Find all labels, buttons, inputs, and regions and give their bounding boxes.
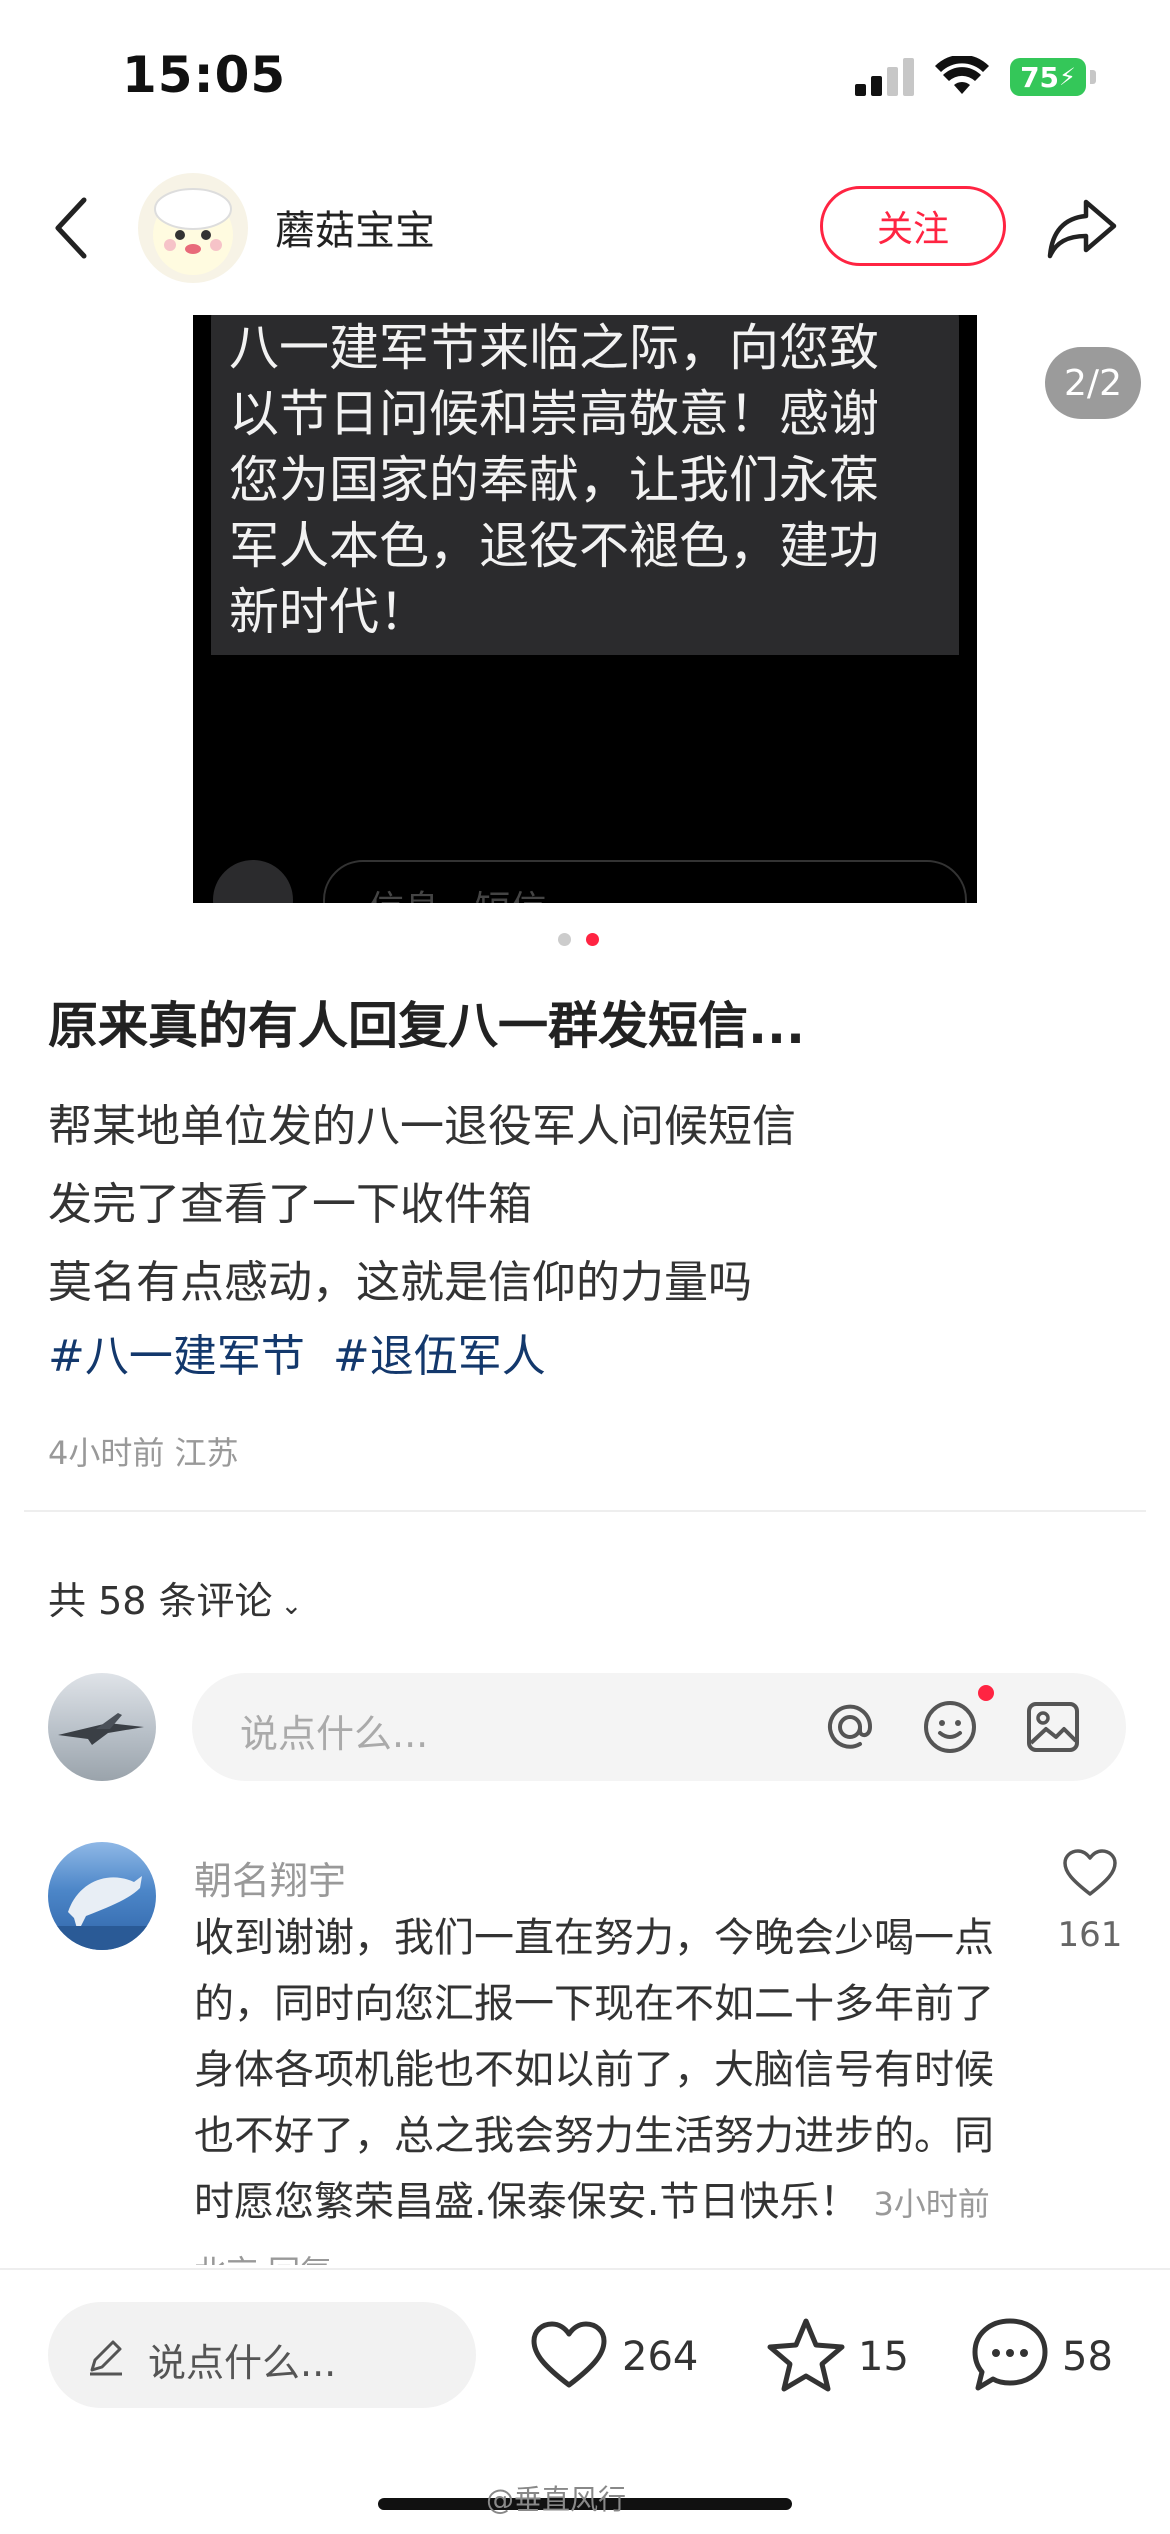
follow-button[interactable]: 关注: [820, 186, 1006, 266]
wifi-icon: [935, 56, 989, 94]
sms-line: 以节日问候和崇高敬意！感谢: [229, 385, 879, 443]
author-name[interactable]: 蘑菇宝宝: [275, 198, 435, 256]
image-page-counter: 2/2: [1045, 347, 1141, 419]
battery-indicator: 75 ⚡: [1010, 58, 1086, 96]
watermark: @垂直风行: [486, 2483, 627, 2516]
sms-line: 新时代！: [229, 583, 429, 641]
sms-line: 您为国家的奉献，让我们永葆: [229, 451, 879, 509]
notification-dot: [978, 1685, 994, 1701]
comment-count-label: 共 58 条评论: [48, 1579, 273, 1623]
emoji-icon[interactable]: [922, 1699, 978, 1755]
star-count: 15: [858, 2334, 909, 2380]
jet-avatar-icon: [58, 1713, 144, 1745]
comment-input-placeholder: 说点什么...: [240, 1712, 429, 1756]
comment-count-toggle[interactable]: 共 58 条评论 ⌄: [48, 1570, 302, 1625]
like-icon[interactable]: [530, 2320, 608, 2390]
sms-line: 八一建军节来临之际，向您致: [229, 319, 879, 377]
my-avatar[interactable]: [48, 1673, 156, 1781]
star-icon[interactable]: [766, 2316, 846, 2394]
sms-text: 八一建军节来临之际，向您致 以节日问候和崇高敬意！感谢 您为国家的奉献，让我们永…: [229, 315, 949, 645]
commenter-name[interactable]: 朝名翔宇: [194, 1850, 346, 1905]
post-title: 原来真的有人回复八一群发短信...: [48, 997, 805, 1055]
dolphin-avatar-icon: [48, 1876, 156, 1950]
battery-cap: [1090, 70, 1096, 84]
bottom-input-placeholder: 说点什么...: [148, 2341, 337, 2385]
comment-like-count: 161: [1057, 1915, 1123, 1955]
status-time: 15:05: [122, 46, 287, 104]
comment-bubble-icon[interactable]: [970, 2316, 1050, 2394]
post-body-line: 莫名有点感动，这就是信仰的力量吗: [48, 1257, 752, 1308]
bottom-action-bar: 说点什么... 264 15 58 @垂直风行: [0, 2268, 1170, 2534]
share-icon[interactable]: [1046, 196, 1118, 260]
comment-total-count: 58: [1062, 2334, 1113, 2380]
bottom-comment-input[interactable]: 说点什么...: [48, 2302, 476, 2408]
pencil-icon: [90, 2340, 122, 2376]
post-image[interactable]: 八一建军节来临之际，向您致 以节日问候和崇高敬意！感谢 您为国家的奉献，让我们永…: [193, 315, 977, 903]
hashtag-link[interactable]: #八一建军节: [48, 1331, 305, 1382]
back-icon[interactable]: [52, 196, 92, 260]
hashtag-link[interactable]: #退伍军人: [333, 1331, 546, 1382]
post-body-line: 发完了查看了一下收件箱: [48, 1179, 532, 1230]
commenter-avatar[interactable]: [48, 1842, 156, 1950]
cellular-signal-icon: [855, 58, 915, 96]
battery-level: 75: [1020, 60, 1060, 94]
sms-line: 军人本色，退役不褪色，建功: [229, 517, 879, 575]
hashtag-list: #八一建军节 #退伍军人: [48, 1320, 560, 1384]
comment-text: 收到谢谢，我们一直在努力，今晚会少喝一点的，同时向您汇报一下现在不如二十多年前了…: [194, 1905, 1014, 2265]
comment-input[interactable]: 说点什么...: [192, 1673, 1126, 1781]
post-body-line: 帮某地单位发的八一退役军人问候短信: [48, 1101, 796, 1152]
carousel-dot-active[interactable]: [586, 933, 599, 946]
mushroom-avatar-icon: [153, 188, 233, 275]
mention-icon[interactable]: [822, 1699, 878, 1755]
author-avatar[interactable]: [138, 173, 248, 283]
comment-content: 收到谢谢，我们一直在努力，今晚会少喝一点的，同时向您汇报一下现在不如二十多年前了…: [194, 1915, 994, 2225]
like-count: 264: [622, 2334, 699, 2380]
post-meta: 4小时前 江苏: [48, 1434, 239, 1472]
divider: [24, 1510, 1146, 1512]
message-input-peek-text: 信息 · 短信: [368, 880, 546, 903]
image-icon[interactable]: [1026, 1701, 1080, 1753]
heart-icon[interactable]: [1062, 1848, 1118, 1898]
chevron-down-icon: ⌄: [280, 1591, 303, 1621]
carousel-dot[interactable]: [558, 933, 571, 946]
